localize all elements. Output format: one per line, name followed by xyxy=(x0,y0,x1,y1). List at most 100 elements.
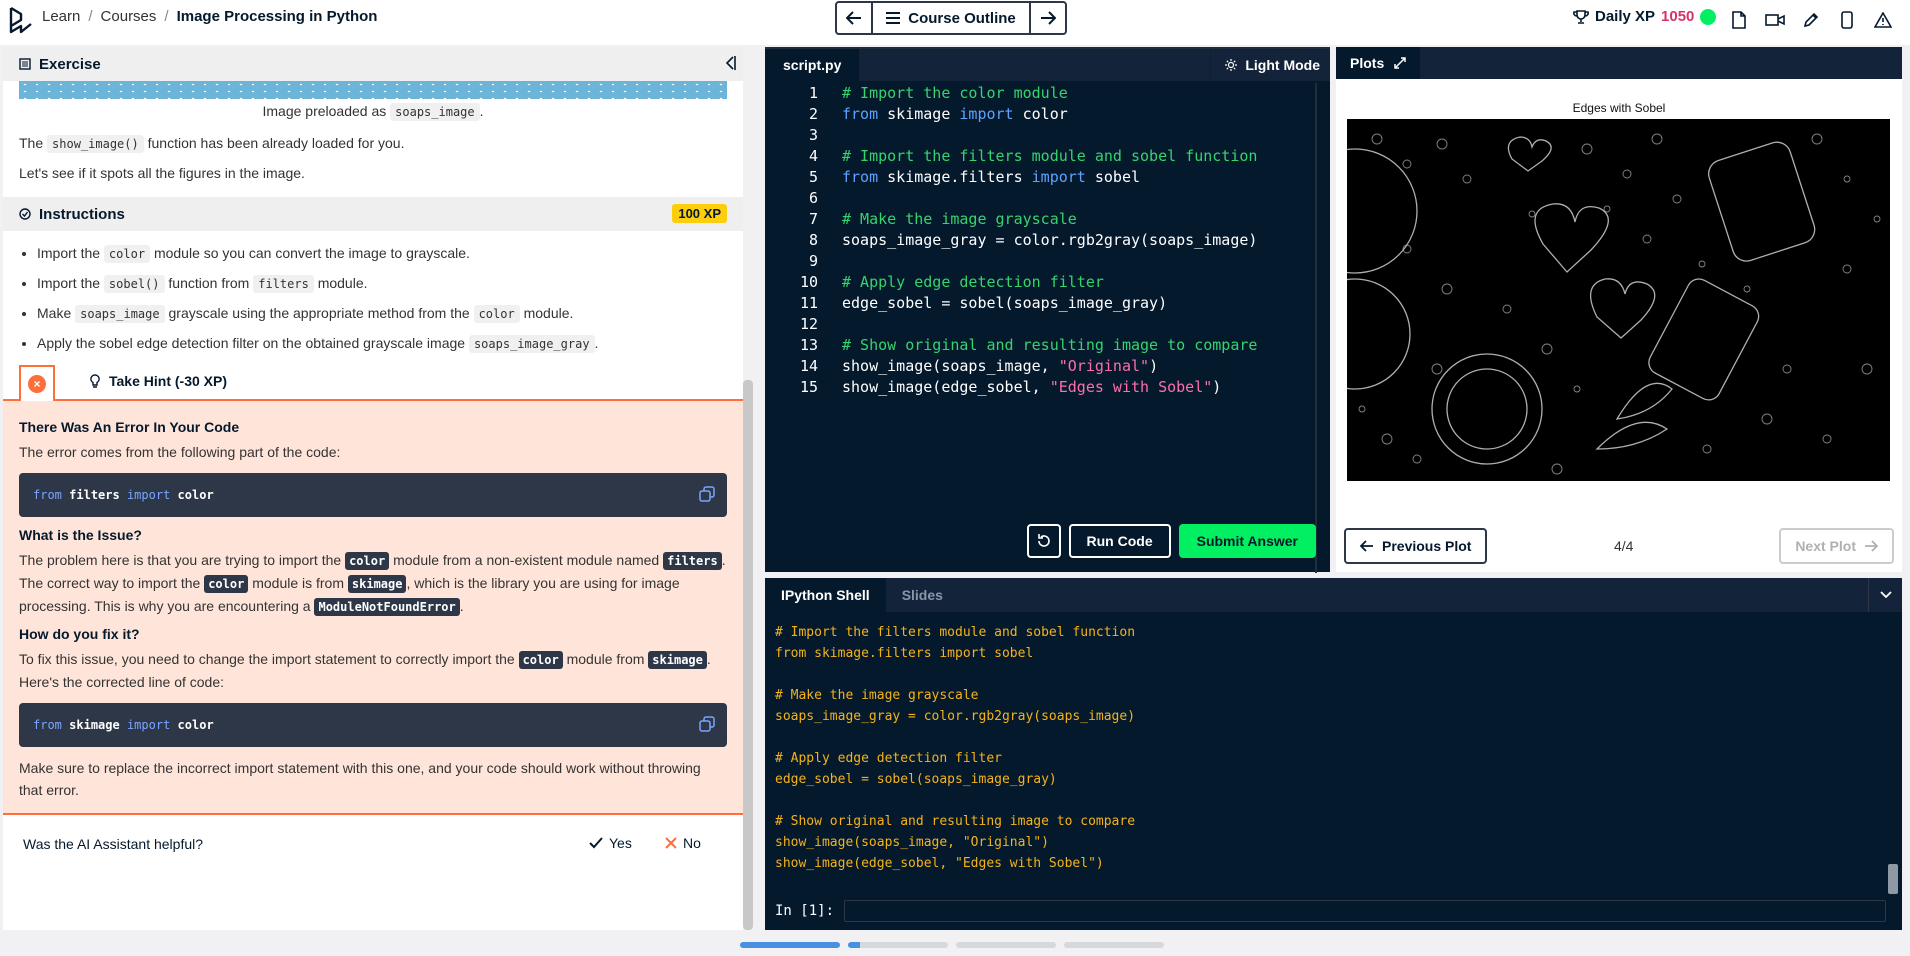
soaps-image-preview xyxy=(19,81,727,99)
feedback-yes-button[interactable]: Yes xyxy=(589,835,632,851)
code-line[interactable]: 3 xyxy=(765,125,1315,146)
line-number: 13 xyxy=(799,336,818,354)
code-line[interactable]: 4 # Import the filters module and sobel f… xyxy=(765,146,1315,167)
plots-tabs: Plots xyxy=(1336,47,1902,79)
code-line[interactable]: 5 from skimage.filters import sobel xyxy=(765,167,1315,188)
instruction-item: Import the color module so you can conve… xyxy=(37,239,743,269)
shell-line: soaps_image_gray = color.rgb2gray(soaps_… xyxy=(775,709,1136,724)
tab-ipython-shell[interactable]: IPython Shell xyxy=(765,578,886,612)
fix-title: How do you fix it? xyxy=(19,626,140,642)
exercise-paragraph: Let's see if it spots all the figures in… xyxy=(19,165,305,181)
light-mode-toggle[interactable]: Light Mode xyxy=(1210,49,1320,81)
instruction-item: Import the sobel() function from filters… xyxy=(37,269,743,299)
progress-segment[interactable] xyxy=(956,942,1056,948)
line-content: edge_sobel = sobel(soaps_image_gray) xyxy=(842,294,1168,312)
check-icon xyxy=(589,837,603,849)
code-line[interactable]: 14 show_image(soaps_image, "Original") xyxy=(765,356,1315,377)
shell-line: show_image(soaps_image, "Original") xyxy=(775,835,1049,850)
breadcrumb-course-title[interactable]: Image Processing in Python xyxy=(177,8,378,25)
line-content: from skimage.filters import sobel xyxy=(842,168,1141,186)
next-exercise-button[interactable] xyxy=(1031,3,1065,33)
shell-line: show_image(edge_sobel, "Edges with Sobel… xyxy=(775,856,1104,871)
code-line[interactable]: 9 xyxy=(765,251,1315,272)
code-line[interactable]: 11 edge_sobel = sobel(soaps_image_gray) xyxy=(765,293,1315,314)
daily-xp-label: Daily XP xyxy=(1595,8,1656,25)
closing-text: Make sure to replace the incorrect impor… xyxy=(19,760,701,798)
line-content: # Import the filters module and sobel fu… xyxy=(842,147,1258,165)
prompt-label: In [1]: xyxy=(775,903,835,919)
tab-slides[interactable]: Slides xyxy=(886,578,959,612)
line-number: 6 xyxy=(808,189,818,207)
collapse-panel-icon[interactable] xyxy=(723,55,737,71)
hint-tabs: × Take Hint (-30 XP) xyxy=(3,365,743,401)
document-icon[interactable] xyxy=(1728,10,1750,30)
tab-script-py[interactable]: script.py xyxy=(765,49,860,81)
line-content xyxy=(818,188,842,209)
expand-icon[interactable] xyxy=(1394,57,1406,69)
previous-plot-button[interactable]: Previous Plot xyxy=(1344,528,1488,564)
next-plot-button[interactable]: Next Plot xyxy=(1779,528,1894,564)
daily-xp[interactable]: Daily XP 1050 xyxy=(1573,8,1717,25)
video-icon[interactable] xyxy=(1764,10,1786,30)
code-line[interactable]: 15 show_image(edge_sobel, "Edges with Sob… xyxy=(765,377,1315,398)
reset-code-button[interactable] xyxy=(1026,524,1061,558)
code-line[interactable]: 10 # Apply edge detection filter xyxy=(765,272,1315,293)
plots-panel: Plots Edges with Sobel Previous Plot 4/4… xyxy=(1336,47,1902,572)
exercise-header: Exercise xyxy=(3,47,743,81)
shell-line: # Import the filters module and sobel fu… xyxy=(775,625,1136,640)
image-caption: Image preloaded as soaps_image. xyxy=(262,103,484,121)
instruction-item: Make soaps_image grayscale using the app… xyxy=(37,299,743,329)
code-line[interactable]: 13 # Show original and resulting image to… xyxy=(765,335,1315,356)
error-intro: The error comes from the following part … xyxy=(19,444,341,460)
ipython-shell: IPython Shell Slides # Import the filter… xyxy=(765,578,1902,930)
progress-segment[interactable] xyxy=(848,942,948,948)
mobile-icon[interactable] xyxy=(1836,10,1858,30)
course-outline-button[interactable]: Course Outline xyxy=(871,3,1031,33)
warning-icon[interactable] xyxy=(1872,10,1894,30)
breadcrumb-courses[interactable]: Courses xyxy=(101,8,157,25)
breadcrumb: Learn / Courses / Image Processing in Py… xyxy=(42,8,377,25)
ai-error-explanation: There Was An Error In Your Code The erro… xyxy=(3,401,743,815)
shell-line: # Apply edge detection filter xyxy=(775,751,1002,766)
copy-icon[interactable] xyxy=(699,716,715,732)
shell-input[interactable] xyxy=(844,900,1887,922)
run-code-button[interactable]: Run Code xyxy=(1068,524,1171,558)
code-lines[interactable]: 1 # Import the color module 2 from skimage … xyxy=(765,83,1315,533)
breadcrumb-learn[interactable]: Learn xyxy=(42,8,80,25)
issue-text: The problem here is that you are trying … xyxy=(19,552,726,616)
error-tab[interactable]: × xyxy=(19,365,55,401)
collapse-shell-button[interactable] xyxy=(1868,578,1902,612)
plot-title: Edges with Sobel xyxy=(1572,101,1666,115)
code-line[interactable]: 7 # Make the image grayscale xyxy=(765,209,1315,230)
line-content: show_image(edge_sobel, "Edges with Sobel… xyxy=(842,378,1222,396)
line-content: soaps_image_gray = color.rgb2gray(soaps_… xyxy=(842,231,1258,249)
course-outline-label: Course Outline xyxy=(908,9,1016,27)
shell-line: # Show original and resulting image to c… xyxy=(775,814,1136,829)
arrow-left-icon xyxy=(1360,540,1373,552)
progress-segment[interactable] xyxy=(1064,942,1164,948)
lightbulb-icon xyxy=(90,374,100,388)
code-line[interactable]: 6 xyxy=(765,188,1315,209)
editor-tabs: script.py Light Mode xyxy=(765,49,1330,81)
progress-segment[interactable] xyxy=(740,942,840,948)
streak-status-dot xyxy=(1700,8,1717,25)
datacamp-logo-icon[interactable] xyxy=(8,6,34,36)
code-line[interactable]: 12 xyxy=(765,314,1315,335)
pencil-icon[interactable] xyxy=(1800,10,1822,30)
left-panel-scrollbar[interactable] xyxy=(743,380,753,930)
code-line[interactable]: 1 # Import the color module xyxy=(765,83,1315,104)
feedback-no-button[interactable]: No xyxy=(665,835,701,851)
close-icon: × xyxy=(28,375,46,393)
copy-icon[interactable] xyxy=(699,486,715,502)
submit-answer-button[interactable]: Submit Answer xyxy=(1178,524,1316,558)
previous-exercise-button[interactable] xyxy=(837,3,871,33)
shell-scrollbar[interactable] xyxy=(1886,614,1900,924)
take-hint-button[interactable]: Take Hint (-30 XP) xyxy=(89,373,227,389)
line-content: # Show original and resulting image to c… xyxy=(842,336,1258,354)
tab-plots[interactable]: Plots xyxy=(1336,47,1421,79)
code-line[interactable]: 8 soaps_image_gray = color.rgb2gray(soaps… xyxy=(765,230,1315,251)
sobel-edges-image xyxy=(1347,119,1890,481)
code-line[interactable]: 2 from skimage import color xyxy=(765,104,1315,125)
ai-feedback: Was the AI Assistant helpful? Yes No xyxy=(3,817,743,871)
